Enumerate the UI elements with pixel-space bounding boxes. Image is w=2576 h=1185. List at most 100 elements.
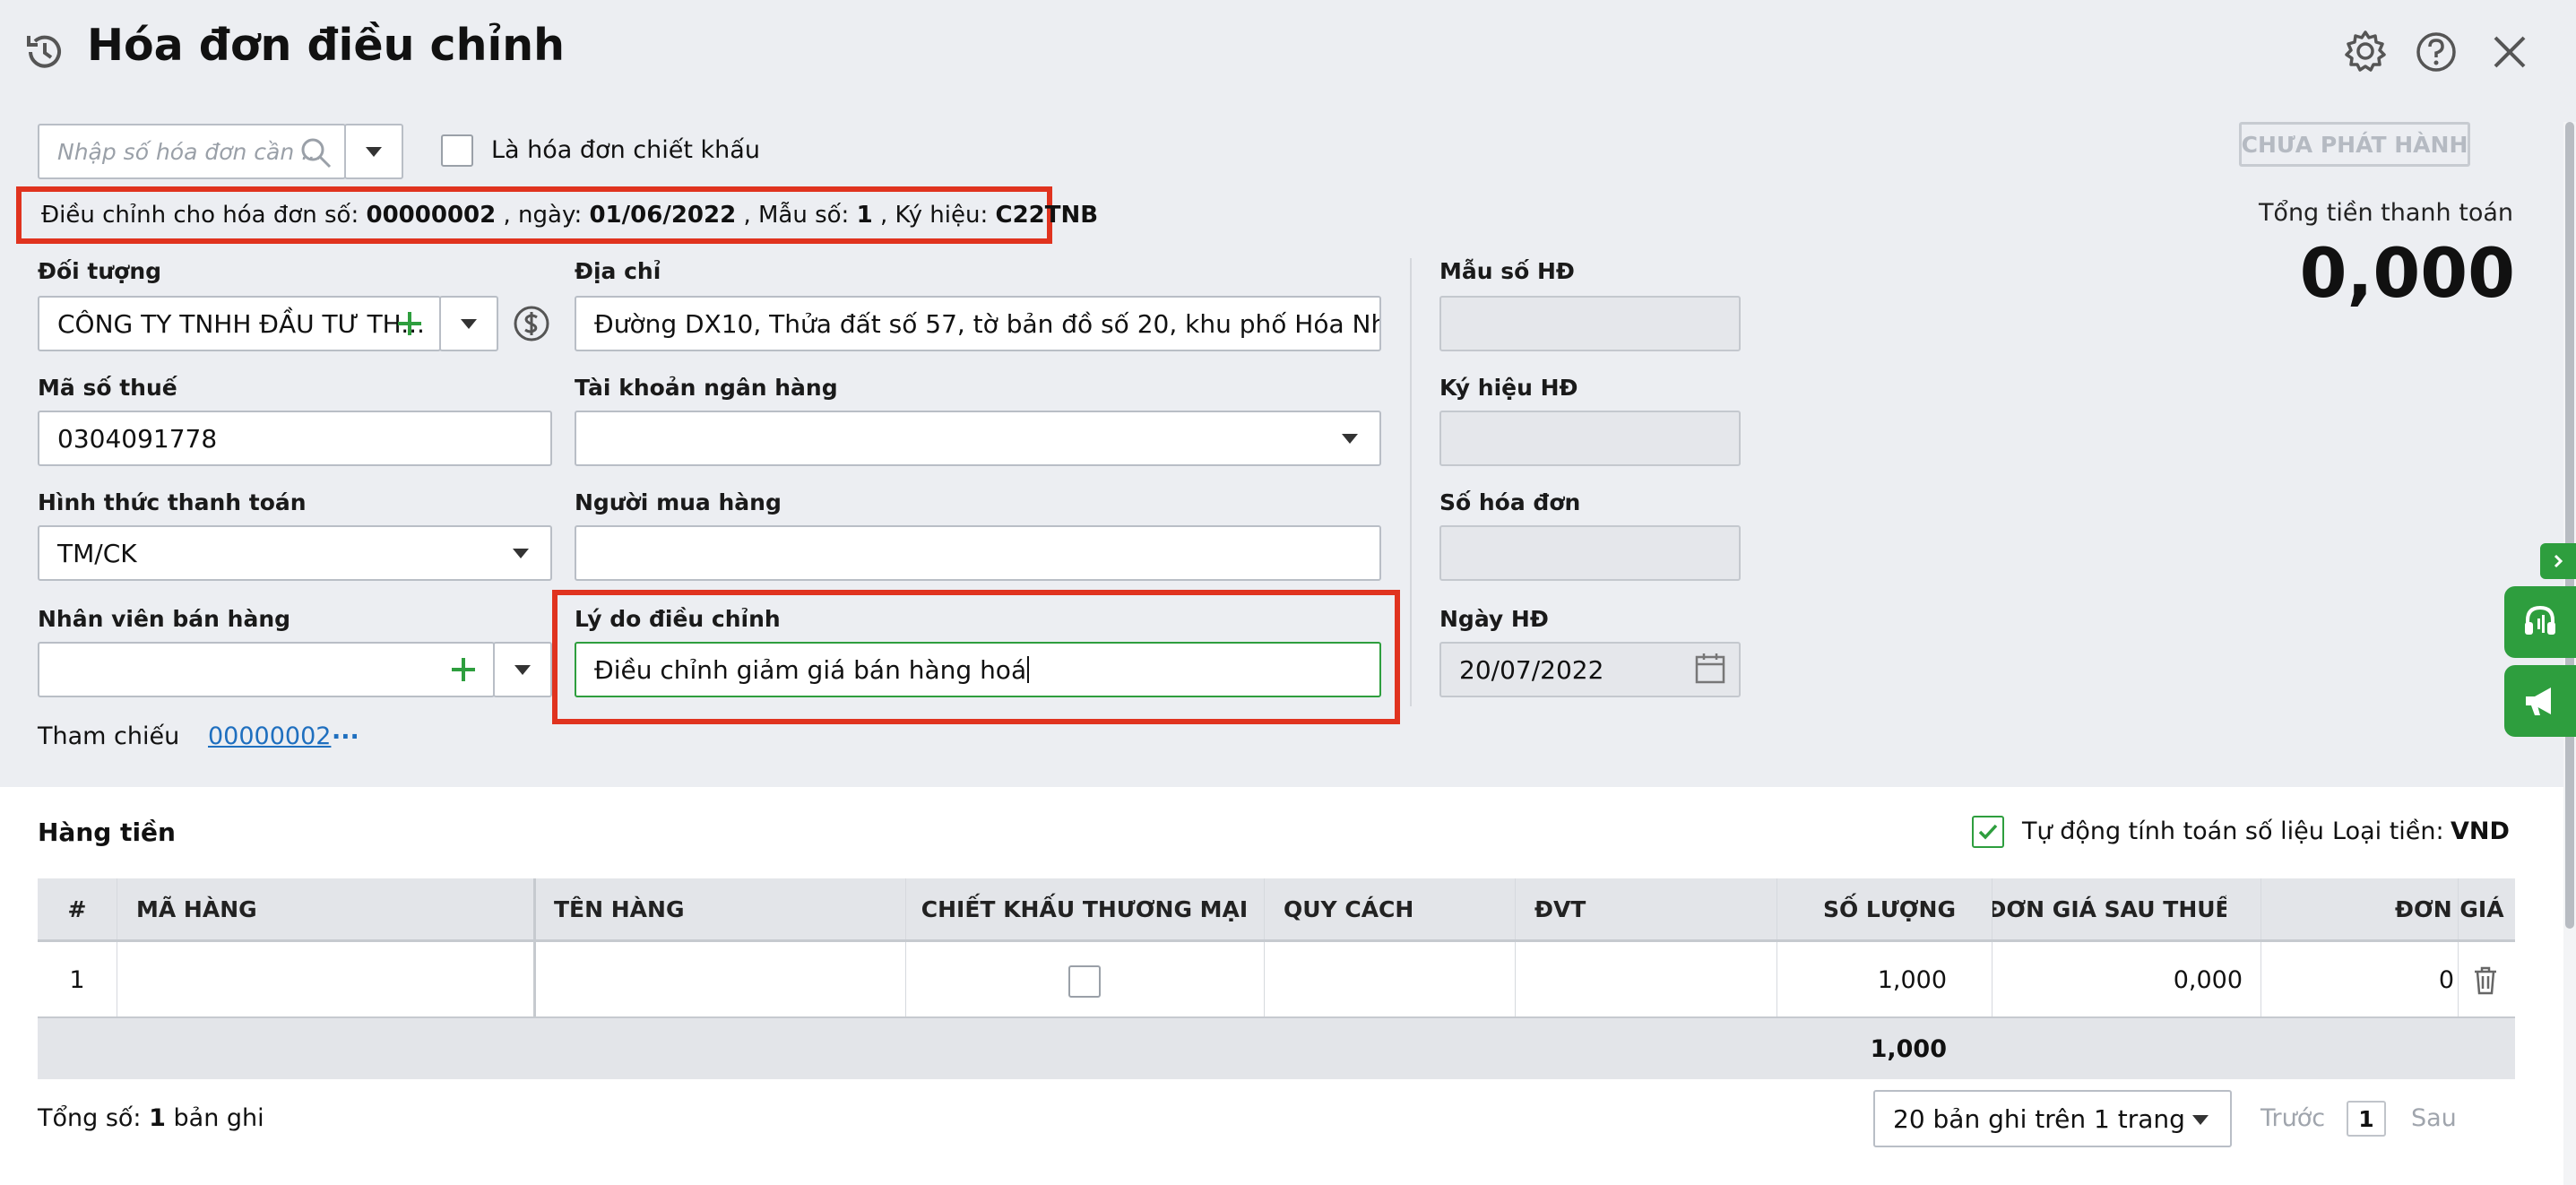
mau-so-label: Mẫu số HĐ [1439,258,1575,284]
table-footer: 1,000 [38,1018,2515,1079]
chevron-down-icon [461,318,477,329]
announcement-button[interactable] [2504,665,2576,737]
hinh-thuc-select[interactable]: TM/CK [38,525,552,581]
chevron-down-icon [513,549,529,558]
total-value: 0,000 [2299,233,2515,313]
reference-link[interactable]: 00000002 [208,722,331,750]
checkmark-icon [1978,824,1998,840]
discount-invoice-checkbox[interactable] [441,134,473,167]
ngay-hd-label: Ngày HĐ [1439,606,1549,632]
row-dvt[interactable] [1534,942,1759,1018]
current-page[interactable]: 1 [2347,1101,2386,1137]
chevron-down-icon [514,664,531,675]
row-chiet-khau-checkbox[interactable] [1068,965,1101,998]
calendar-icon[interactable] [1694,651,1726,685]
adjusted-invoice-form: 1 [856,202,873,229]
trash-icon[interactable] [2472,965,2499,996]
row-don-gia-sau-thue[interactable]: 0,000 [2001,942,2243,1018]
chevron-down-icon [1342,434,1358,444]
col-don-gia-sau-thue-header[interactable]: ĐƠN GIÁ SAU THUẾ [1992,878,2226,939]
headset-icon [2525,605,2555,635]
support-chat-button[interactable] [2504,586,2576,658]
form-divider [1410,258,1412,706]
scrollbar-thumb[interactable] [2565,122,2574,929]
col-don-gia-header[interactable]: ĐƠN GIÁ [2395,878,2515,939]
table-row[interactable]: 1 1,000 0,000 0 [38,939,2515,1018]
tai-khoan-label: Tài khoản ngân hàng [575,375,838,401]
auto-calc-checkbox[interactable] [1972,816,2004,848]
doi-tuong-label: Đối tượng [38,258,162,284]
row-index: 1 [69,966,85,994]
section-title: Hàng tiền [38,817,176,847]
status-button[interactable]: CHƯA PHÁT HÀNH [2239,122,2470,167]
adjusted-invoice-symbol: C22TNB [995,202,1099,229]
adjustment-info-box: Điều chỉnh cho hóa đơn số: 00000002 , ng… [16,186,1098,244]
next-page-button[interactable]: Sau [2411,1104,2457,1132]
page-size-select[interactable]: 20 bản ghi trên 1 trang [1873,1090,2232,1147]
dialog-header: Hóa đơn điều chỉnh [0,0,2576,122]
row-so-luong[interactable]: 1,000 [1785,942,1947,1018]
auto-calc-label: Tự động tính toán số liệu [2022,817,2324,845]
dia-chi-label: Địa chỉ [575,258,661,284]
record-count: Tổng số: 1 bản ghi [38,1104,264,1132]
nguoi-mua-label: Người mua hàng [575,489,782,515]
side-panel-toggle[interactable] [2540,543,2576,579]
line-items-table: # MÃ HÀNG TÊN HÀNG CHIẾT KHẤU THƯƠNG MẠI… [38,878,2515,1079]
col-chiet-khau-header[interactable]: CHIẾT KHẤU THƯƠNG MẠI [905,878,1264,939]
line-items-section: Hàng tiền Tự động tính toán số liệu Loại… [0,787,2563,1185]
col-dvt-header[interactable]: ĐVT [1534,878,1759,939]
total-label: Tổng tiền thanh toán [2258,199,2513,227]
ky-hieu-label: Ký hiệu HĐ [1439,375,1578,401]
invoice-form: Nhập số hóa đơn cần ... Là hóa đơn chiết… [0,122,2563,787]
adjusted-invoice-number: 00000002 [366,202,497,229]
nhan-vien-dropdown[interactable] [493,642,552,697]
chevron-right-icon [2554,554,2563,568]
mau-so-input[interactable] [1439,296,1741,351]
add-doi-tuong-icon[interactable] [394,308,425,339]
ly-do-input[interactable]: Điều chỉnh giảm giá bán hàng hoá [575,642,1381,697]
row-don-gia[interactable]: 0 [2278,942,2454,1018]
invoice-search-dropdown[interactable] [344,124,403,179]
ma-so-thue-label: Mã số thuế [38,375,177,401]
col-ten-hang-header[interactable]: TÊN HÀNG [554,878,912,939]
so-hoa-don-input[interactable] [1439,525,1741,581]
nguoi-mua-input[interactable] [575,525,1381,581]
col-ma-hang-header[interactable]: MÃ HÀNG [136,878,495,939]
adjusted-invoice-date: 01/06/2022 [589,202,737,229]
add-nhan-vien-icon[interactable] [448,654,479,685]
prev-page-button[interactable]: Trước [2260,1104,2325,1132]
reference-more-button[interactable]: ... [332,717,359,745]
search-icon[interactable] [299,136,333,170]
currency-value: VND [2451,817,2510,845]
col-quy-cach-header[interactable]: QUY CÁCH [1284,878,1508,939]
so-hoa-don-label: Số hóa đơn [1439,489,1581,515]
row-ten-hang[interactable] [554,942,895,1018]
page-title: Hóa đơn điều chỉnh [87,20,566,71]
col-so-luong-header[interactable]: SỐ LƯỢNG [1776,878,1956,939]
ky-hieu-input[interactable] [1439,411,1741,466]
close-icon[interactable] [2490,32,2529,72]
tai-khoan-select[interactable] [575,411,1381,466]
ly-do-label: Lý do điều chỉnh [575,606,781,632]
dollar-icon[interactable] [513,305,550,342]
discount-invoice-label: Là hóa đơn chiết khấu [491,136,760,164]
footer-sum-so-luong: 1,000 [1870,1034,1947,1063]
gear-icon[interactable] [2343,29,2388,74]
currency-label: Loại tiền: [2332,817,2444,845]
help-icon[interactable] [2415,30,2458,74]
megaphone-icon [2526,688,2551,715]
hinh-thuc-label: Hình thức thanh toán [38,489,307,515]
history-icon[interactable] [22,29,68,75]
chevron-down-icon [2192,1115,2209,1125]
row-ma-hang[interactable] [136,942,513,1018]
col-index-header: # [67,895,87,922]
nhan-vien-input[interactable] [38,642,495,697]
doi-tuong-input[interactable]: CÔNG TY TNHH ĐẦU TƯ TH... [38,296,441,351]
ma-so-thue-input[interactable]: 0304091778 [38,411,552,466]
chevron-down-icon [366,146,382,157]
nhan-vien-label: Nhân viên bán hàng [38,606,291,632]
reference-label: Tham chiếu [38,722,180,750]
doi-tuong-dropdown[interactable] [439,296,498,351]
dia-chi-input[interactable]: Đường DX10, Thửa đất số 57, tờ bản đồ số… [575,296,1381,351]
row-quy-cach[interactable] [1284,942,1508,1018]
